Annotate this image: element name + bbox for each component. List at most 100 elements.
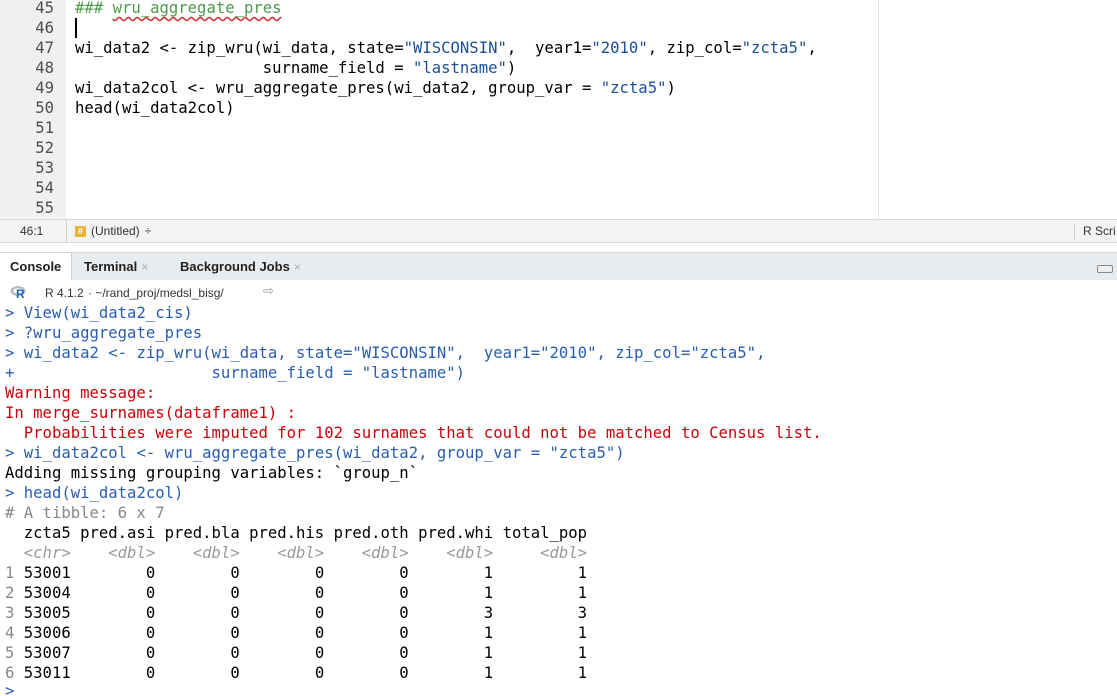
line-number: 51	[35, 119, 54, 137]
string-token: "zcta5"	[741, 39, 808, 57]
command-text: ?wru_aggregate_pres	[23, 324, 203, 342]
tab-console[interactable]: Console	[0, 253, 73, 280]
prompt: >	[5, 484, 24, 502]
row-values: 53011 0 0 0 0 1 1	[14, 664, 588, 682]
code-token: , year1=	[506, 39, 592, 57]
prompt: >	[5, 304, 24, 322]
command-text: View(wi_data2_cis)	[23, 304, 193, 322]
code-line-49[interactable]: wi_data2col <- wru_aggregate_pres(wi_dat…	[75, 78, 676, 98]
code-line-50[interactable]: head(wi_data2col)	[75, 98, 235, 118]
close-icon[interactable]: ×	[294, 260, 301, 274]
line-number: 48	[35, 59, 54, 77]
table-row: 4 53006 0 0 0 0 1 1	[5, 623, 587, 643]
code-line-47[interactable]: wi_data2 <- zip_wru(wi_data, state="WISC…	[75, 38, 817, 58]
r-logo-icon: R	[10, 286, 26, 299]
console-header: R R 4.1.2 · ~/rand_proj/medsl_bisg/ ⇨	[0, 280, 1117, 304]
goto-directory-icon[interactable]: ⇨	[263, 283, 274, 299]
tab-label: Background Jobs	[180, 259, 290, 274]
line-number-gutter: 45 46 47 48 49 50 51 52 53 54 55	[0, 0, 66, 219]
tab-background-jobs[interactable]: Background Jobs ×	[170, 253, 311, 280]
line-number: 55	[35, 199, 54, 217]
r-version: R 4.1.2	[45, 286, 84, 300]
line-number: 45	[35, 0, 54, 17]
status-divider	[66, 220, 67, 242]
line-number: 46	[35, 19, 54, 37]
editor-status-bar: 46:1 # (Untitled) ÷ R Scri	[0, 219, 1117, 243]
scope-label: (Untitled)	[91, 224, 140, 238]
console-line: > View(wi_data2_cis)	[5, 303, 193, 323]
code-token: wi_data2 <- zip_wru(wi_data, state=	[75, 39, 404, 57]
code-token: wi_data2col <- wru_aggregate_pres(wi_dat…	[75, 79, 601, 97]
row-values: 53005 0 0 0 0 3 3	[14, 604, 588, 622]
cursor-position: 46:1	[20, 224, 44, 238]
scope-selector[interactable]: # (Untitled) ÷	[75, 224, 151, 238]
code-token: surname_field =	[75, 59, 413, 77]
line-number: 54	[35, 179, 54, 197]
prompt: >	[5, 324, 24, 342]
console-input[interactable]: >	[5, 681, 14, 696]
console-line: > head(wi_data2col)	[5, 483, 183, 503]
code-token: , zip_col=	[647, 39, 742, 57]
command-text: head(wi_data2col)	[23, 484, 184, 502]
row-index: 1	[5, 564, 15, 582]
updown-arrow-icon: ÷	[144, 224, 152, 238]
table-row: 1 53001 0 0 0 0 1 1	[5, 563, 587, 583]
console-line: + surname_field = "lastname")	[5, 363, 465, 383]
tab-label: Console	[10, 259, 62, 274]
comment-prefix: ###	[75, 0, 113, 17]
string-token: "2010"	[591, 39, 648, 57]
continuation-prompt: +	[5, 364, 24, 382]
row-values: 53001 0 0 0 0 1 1	[14, 564, 588, 582]
tab-terminal[interactable]: Terminal ×	[74, 253, 158, 280]
svg-text:R: R	[16, 287, 25, 299]
line-number: 47	[35, 39, 54, 57]
table-row: 3 53005 0 0 0 0 3 3	[5, 603, 587, 623]
tibble-header: # A tibble: 6 x 7	[5, 504, 165, 522]
console-line: > wi_data2 <- zip_wru(wi_data, state="WI…	[5, 343, 765, 363]
file-type-selector[interactable]: R Scri	[1074, 224, 1117, 240]
table-row: 6 53011 0 0 0 0 1 1	[5, 663, 587, 683]
warning-line: Warning message:	[5, 384, 156, 402]
pane-tabs: Console Terminal × Background Jobs ×	[0, 252, 1117, 281]
output-line: Adding missing grouping variables: `grou…	[5, 464, 419, 482]
console-pane[interactable]: R R 4.1.2 · ~/rand_proj/medsl_bisg/ ⇨ > …	[0, 280, 1117, 696]
table-row: 5 53007 0 0 0 0 1 1	[5, 643, 587, 663]
prompt: >	[5, 444, 24, 462]
row-values: 53006 0 0 0 0 1 1	[14, 624, 588, 642]
comment-word: wru_aggregate_pres	[112, 0, 282, 17]
warning-line: In merge_surnames(dataframe1) :	[5, 404, 297, 422]
prompt: >	[5, 344, 24, 362]
row-index: 6	[5, 664, 15, 682]
code-token: )	[506, 59, 517, 77]
console-line: > wi_data2col <- wru_aggregate_pres(wi_d…	[5, 443, 625, 463]
source-editor[interactable]: 45 46 47 48 49 50 51 52 53 54 55 ### wru…	[0, 0, 1117, 219]
hash-icon: #	[75, 225, 86, 237]
code-line-45[interactable]: ### wru_aggregate_pres	[75, 0, 282, 18]
command-text: wi_data2 <- zip_wru(wi_data, state="WISC…	[23, 344, 766, 362]
line-number: 49	[35, 79, 54, 97]
minimize-pane-button[interactable]	[1097, 265, 1113, 273]
row-values: 53007 0 0 0 0 1 1	[14, 644, 588, 662]
row-index: 5	[5, 644, 15, 662]
console-line: > ?wru_aggregate_pres	[5, 323, 202, 343]
string-token: "zcta5"	[600, 79, 667, 97]
command-text: surname_field = "lastname")	[23, 364, 466, 382]
close-icon[interactable]: ×	[141, 260, 148, 274]
line-number: 53	[35, 159, 54, 177]
warning-line: Probabilities were imputed for 102 surna…	[5, 424, 822, 442]
tab-label: Terminal	[84, 259, 138, 274]
working-directory: · ~/rand_proj/medsl_bisg/	[88, 286, 224, 300]
command-text: wi_data2col <- wru_aggregate_pres(wi_dat…	[23, 444, 625, 462]
row-index: 2	[5, 584, 15, 602]
table-column-types: <chr> <dbl> <dbl> <dbl> <dbl> <dbl> <dbl…	[5, 544, 588, 562]
code-line-48[interactable]: surname_field = "lastname")	[75, 58, 517, 78]
string-token: "lastname"	[412, 59, 507, 77]
row-index: 4	[5, 624, 15, 642]
prompt: >	[5, 682, 15, 696]
line-number: 52	[35, 139, 54, 157]
line-number: 50	[35, 99, 54, 117]
table-column-headers: zcta5 pred.asi pred.bla pred.his pred.ot…	[5, 524, 588, 542]
table-row: 2 53004 0 0 0 0 1 1	[5, 583, 587, 603]
string-token: "WISCONSIN"	[403, 39, 507, 57]
margin-guide	[878, 0, 879, 219]
